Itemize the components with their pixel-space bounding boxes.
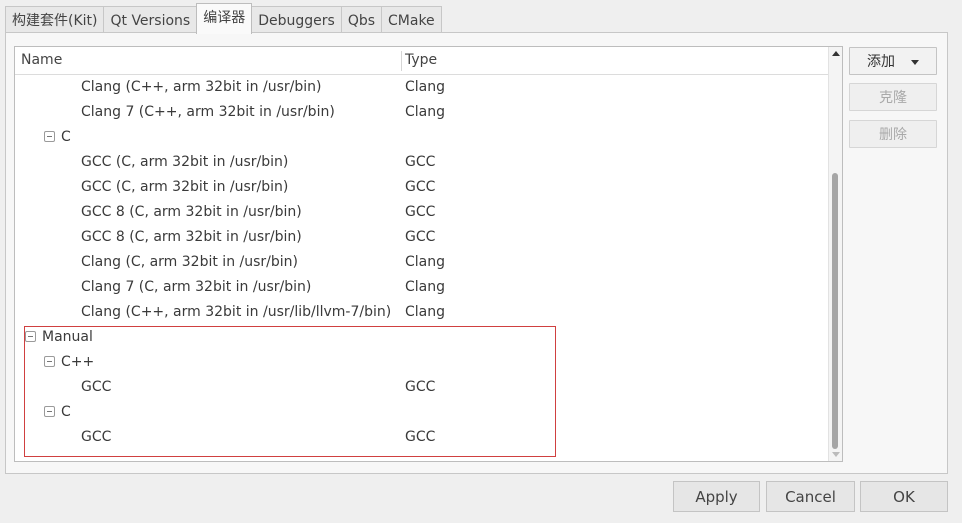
row-type: Clang xyxy=(405,304,446,320)
column-header-name[interactable]: Name xyxy=(21,47,62,74)
tree-group-c[interactable]: C xyxy=(15,400,828,425)
row-name: Clang (C++, arm 32bit in /usr/lib/llvm-7… xyxy=(81,304,392,320)
tab-cmake[interactable]: CMake xyxy=(381,6,442,34)
add-button-label: 添加 xyxy=(867,54,895,70)
table-row[interactable]: Clang (C++, arm 32bit in /usr/bin) Clang xyxy=(15,75,828,100)
scroll-up-icon[interactable] xyxy=(832,51,840,56)
row-type: Clang xyxy=(405,79,446,95)
collapse-icon[interactable] xyxy=(25,330,36,342)
table-row[interactable]: GCC (C, arm 32bit in /usr/bin) GCC xyxy=(15,175,828,200)
row-type: GCC xyxy=(405,179,436,195)
compiler-tree[interactable]: Name Type Clang (C++, arm 32bit in /usr/… xyxy=(14,46,843,462)
tab-kits[interactable]: 构建套件(Kit) xyxy=(5,6,105,34)
row-type: GCC xyxy=(405,154,436,170)
row-type: GCC xyxy=(405,429,436,445)
column-divider[interactable] xyxy=(401,51,402,71)
tree-group-manual[interactable]: Manual xyxy=(15,325,828,350)
tab-compilers[interactable]: 编译器 xyxy=(196,3,253,34)
tree-group-c[interactable]: C xyxy=(15,125,828,150)
row-type: GCC xyxy=(405,379,436,395)
collapse-icon[interactable] xyxy=(44,130,55,142)
group-label: C++ xyxy=(61,354,95,370)
table-row[interactable]: Clang 7 (C++, arm 32bit in /usr/bin) Cla… xyxy=(15,100,828,125)
table-row[interactable]: GCC GCC xyxy=(15,425,828,450)
row-name: GCC 8 (C, arm 32bit in /usr/bin) xyxy=(81,229,302,245)
row-name: Clang (C++, arm 32bit in /usr/bin) xyxy=(81,79,322,95)
table-row[interactable]: GCC GCC xyxy=(15,375,828,400)
chevron-down-icon xyxy=(911,59,919,65)
table-row[interactable]: Clang 7 (C, arm 32bit in /usr/bin) Clang xyxy=(15,275,828,300)
row-name: GCC (C, arm 32bit in /usr/bin) xyxy=(81,179,289,195)
row-name: Clang 7 (C, arm 32bit in /usr/bin) xyxy=(81,279,312,295)
cancel-button[interactable]: Cancel xyxy=(766,481,855,512)
row-type: Clang xyxy=(405,279,446,295)
vertical-scrollbar[interactable] xyxy=(828,47,842,461)
row-name: Clang (C, arm 32bit in /usr/bin) xyxy=(81,254,298,270)
table-row[interactable]: Clang (C, arm 32bit in /usr/bin) Clang xyxy=(15,250,828,275)
tree-rows: Clang (C++, arm 32bit in /usr/bin) Clang… xyxy=(15,75,828,450)
row-type: Clang xyxy=(405,254,446,270)
collapse-icon[interactable] xyxy=(44,405,55,417)
table-row[interactable]: GCC (C, arm 32bit in /usr/bin) GCC xyxy=(15,150,828,175)
tab-qbs[interactable]: Qbs xyxy=(340,6,383,34)
row-type: GCC xyxy=(405,229,436,245)
group-label: C xyxy=(61,129,71,145)
row-type: Clang xyxy=(405,104,446,120)
row-name: GCC 8 (C, arm 32bit in /usr/bin) xyxy=(81,204,302,220)
scroll-down-icon[interactable] xyxy=(832,452,840,457)
tab-qt-versions[interactable]: Qt Versions xyxy=(103,6,198,34)
tree-header: Name Type xyxy=(15,47,828,75)
add-button[interactable]: 添加 xyxy=(849,47,937,75)
tab-debuggers[interactable]: Debuggers xyxy=(251,6,342,34)
scrollbar-thumb[interactable] xyxy=(832,173,838,449)
row-name: GCC xyxy=(81,429,112,445)
table-row[interactable]: GCC 8 (C, arm 32bit in /usr/bin) GCC xyxy=(15,225,828,250)
ok-button[interactable]: OK xyxy=(860,481,948,512)
row-name: GCC xyxy=(81,379,112,395)
row-name: GCC (C, arm 32bit in /usr/bin) xyxy=(81,154,289,170)
collapse-icon[interactable] xyxy=(44,355,55,367)
tree-group-cpp[interactable]: C++ xyxy=(15,350,828,375)
table-row[interactable]: Clang (C++, arm 32bit in /usr/lib/llvm-7… xyxy=(15,300,828,325)
row-type: GCC xyxy=(405,204,436,220)
tab-bar: 构建套件(Kit) Qt Versions 编译器 Debuggers Qbs … xyxy=(5,3,442,34)
table-row[interactable]: GCC 8 (C, arm 32bit in /usr/bin) GCC xyxy=(15,200,828,225)
column-header-type[interactable]: Type xyxy=(405,47,437,74)
group-label: C xyxy=(61,404,71,420)
row-name: Clang 7 (C++, arm 32bit in /usr/bin) xyxy=(81,104,335,120)
clone-button[interactable]: 克隆 xyxy=(849,83,937,111)
apply-button[interactable]: Apply xyxy=(673,481,760,512)
remove-button[interactable]: 删除 xyxy=(849,120,937,148)
group-label: Manual xyxy=(42,329,93,345)
